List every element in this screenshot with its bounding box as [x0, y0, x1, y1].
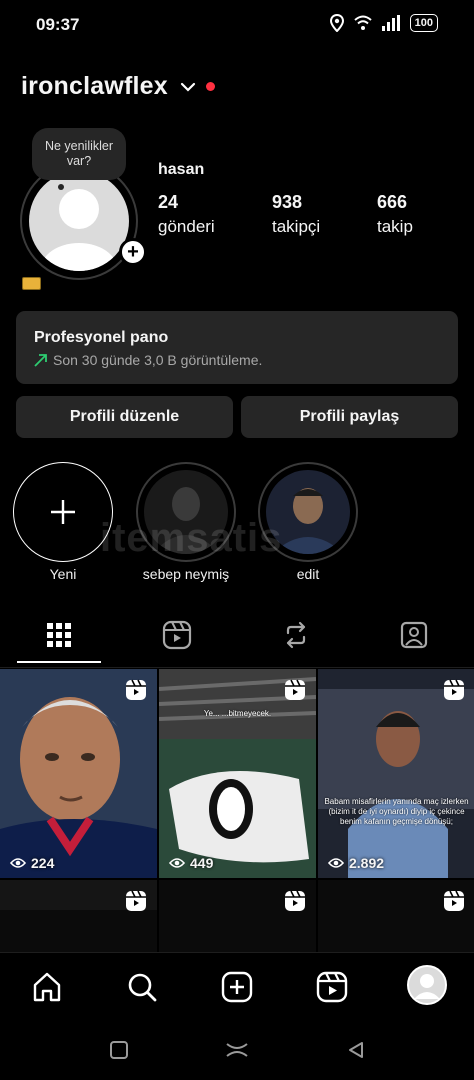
note-bubble[interactable]: Ne yenilikler var?: [32, 128, 126, 180]
location-icon: [329, 14, 344, 32]
post-views-count: 224: [31, 855, 55, 871]
status-time: 09:37: [36, 15, 80, 34]
eye-icon: [10, 858, 26, 868]
pro-panel-subtitle: Son 30 günde 3,0 B görüntüleme.: [53, 352, 263, 368]
edit-profile-button[interactable]: Profili düzenle: [16, 396, 233, 438]
post-views: 449: [169, 855, 213, 871]
post-tile[interactable]: [318, 880, 474, 960]
eye-icon: [328, 858, 344, 868]
eye-icon: [169, 858, 185, 868]
nav-profile[interactable]: [407, 965, 447, 1005]
tab-reposts[interactable]: [276, 620, 316, 650]
stat-posts-value: 24: [158, 192, 179, 212]
post-views: 2.892: [328, 855, 384, 871]
highlight-label: edit: [296, 566, 320, 582]
profile-avatar-icon: [407, 965, 447, 1005]
reels-icon: [316, 971, 348, 1003]
nav-create[interactable]: [219, 969, 255, 1005]
home-button[interactable]: [225, 1038, 249, 1062]
reel-badge-icon: [444, 679, 464, 700]
stat-following[interactable]: 666 takip: [377, 192, 413, 237]
square-icon: [110, 1041, 128, 1059]
add-post-icon: [221, 971, 253, 1003]
stat-following-value: 666: [377, 192, 408, 212]
highlight-label: sebep neymiş: [142, 566, 230, 582]
avatar: [29, 171, 129, 271]
back-triangle-icon: [349, 1042, 363, 1058]
reel-badge-icon: [126, 890, 146, 911]
stat-followers-label: takipçi: [272, 217, 321, 236]
username[interactable]: ironclawflex: [21, 72, 168, 101]
grid-icon: [47, 623, 71, 647]
reel-badge-icon: [126, 679, 146, 700]
post-views: 224: [10, 855, 54, 871]
plus-icon: [51, 500, 75, 524]
stat-posts-label: gönderi: [158, 217, 215, 236]
signal-icon: [381, 15, 400, 31]
recents-button[interactable]: [107, 1038, 131, 1062]
money-emoji-icon: [22, 277, 41, 290]
notification-dot: [205, 82, 215, 91]
reel-badge-icon: [285, 679, 305, 700]
stat-following-label: takip: [377, 217, 413, 236]
trend-up-icon: [34, 353, 47, 367]
reel-badge-icon: [444, 890, 464, 911]
profile-tabs: [0, 612, 474, 668]
post-views-count: 2.892: [349, 855, 385, 871]
battery-indicator: 100: [409, 14, 438, 32]
search-icon: [128, 973, 157, 1002]
home-icon: [33, 972, 61, 1002]
back-button[interactable]: [344, 1038, 368, 1062]
watermark: itemsatis: [100, 516, 283, 560]
pro-panel-subtitle-row: Son 30 günde 3,0 B görüntüleme.: [34, 352, 440, 368]
highlight-new-circle: [13, 462, 113, 562]
professional-dashboard[interactable]: Profesyonel pano Son 30 günde 3,0 B görü…: [16, 311, 458, 384]
chevron-down-icon[interactable]: [180, 82, 196, 92]
post-caption: Ye... ...bitmeyecek.: [203, 709, 272, 718]
reel-badge-icon: [285, 890, 305, 911]
note-bubble-tail: [58, 184, 64, 190]
wifi-icon: [353, 15, 372, 30]
default-avatar-icon: [41, 189, 117, 271]
reels-icon: [162, 620, 192, 650]
bottom-navigation: [0, 952, 474, 1020]
add-story-button[interactable]: +: [119, 238, 147, 266]
share-profile-button[interactable]: Profili paylaş: [241, 396, 458, 438]
stat-posts[interactable]: 24 gönderi: [158, 192, 215, 237]
post-tile[interactable]: Ye... ...bitmeyecek. 449: [159, 669, 316, 878]
system-navigation: [0, 1020, 474, 1080]
display-name: hasan: [158, 161, 205, 178]
post-tile[interactable]: [159, 880, 316, 960]
post-tile[interactable]: 224: [0, 669, 157, 878]
pro-panel-title: Profesyonel pano: [34, 329, 169, 346]
tab-reels[interactable]: [157, 620, 197, 650]
status-icons: 100: [329, 14, 438, 32]
home-gesture-icon: [226, 1043, 248, 1057]
stat-followers-value: 938: [272, 192, 303, 212]
status-bar: 09:37 100: [0, 0, 474, 50]
post-views-count: 449: [190, 855, 214, 871]
highlight-label: Yeni: [49, 566, 77, 582]
active-tab-indicator: [17, 661, 101, 663]
post-caption: Babam misafirlerin yanında maç izlerken …: [324, 797, 469, 826]
nav-reels[interactable]: [314, 969, 350, 1005]
nav-home[interactable]: [29, 969, 65, 1005]
tab-tagged[interactable]: [394, 620, 434, 650]
post-tile[interactable]: Babam misafirlerin yanında maç izlerken …: [318, 669, 474, 878]
nav-search[interactable]: [124, 969, 160, 1005]
profile-header: ironclawflex: [21, 72, 215, 101]
tagged-icon: [400, 621, 428, 649]
stat-followers[interactable]: 938 takipçi: [272, 192, 320, 237]
repost-icon: [286, 621, 306, 649]
tab-grid[interactable]: [39, 620, 79, 650]
